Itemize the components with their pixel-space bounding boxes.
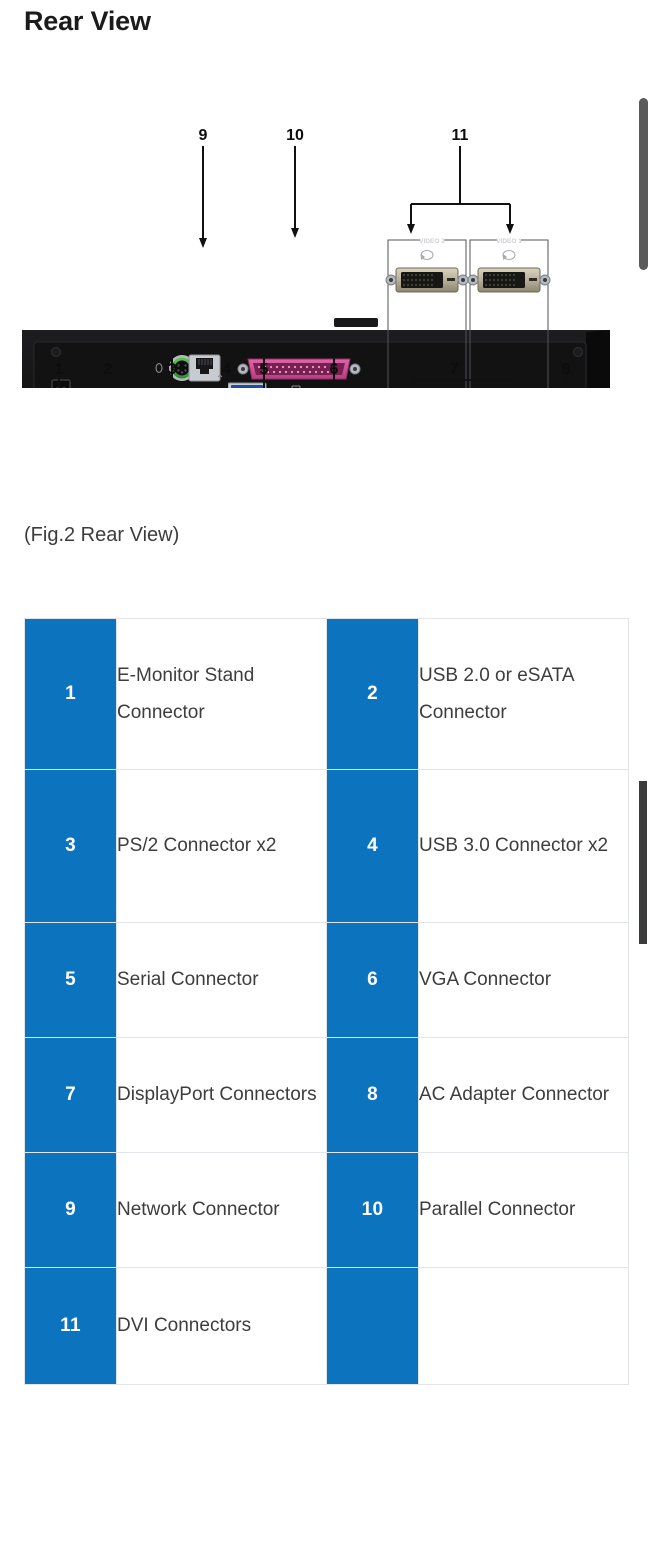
docking-station-diagram: 9 10 11 VIDEO 2 VIDEO 1 1 2 3 4 5 6 7 8 [22, 127, 610, 388]
row-label-cell: AC Adapter Connector [418, 1037, 629, 1153]
port-legend-table: 1 E-Monitor Stand Connector 2 USB 2.0 or… [24, 618, 629, 1385]
table-row: 1 E-Monitor Stand Connector 2 USB 2.0 or… [24, 618, 629, 770]
figure-caption: (Fig.2 Rear View) [24, 524, 180, 546]
row-number-cell: 6 [326, 922, 419, 1038]
row-number-cell: 4 [326, 769, 419, 923]
port-dvi-1 [467, 250, 551, 293]
table-row: 3 PS/2 Connector x2 4 USB 3.0 Connector … [24, 769, 629, 923]
row-number-cell-empty [326, 1267, 419, 1385]
row-number-cell: 1 [24, 618, 117, 770]
callout-labels-top: 9 10 11 [199, 127, 469, 144]
row-number-cell: 8 [326, 1037, 419, 1153]
callout-arrowheads [199, 224, 514, 248]
callout-label-7: 7 [450, 361, 459, 378]
row-label-cell: PS/2 Connector x2 [116, 769, 327, 923]
callout-label-10: 10 [286, 127, 304, 144]
callout-leaders-top [202, 146, 511, 243]
page-title: Rear View [24, 6, 151, 36]
port-network-rj45-connector [188, 354, 221, 382]
callout-label-1: 1 [55, 361, 64, 378]
video1-label: VIDEO 1 [496, 238, 522, 245]
video-panel-labels: VIDEO 2 VIDEO 1 [419, 238, 522, 245]
row-label-cell-empty [418, 1267, 629, 1385]
row-label-cell: USB 3.0 Connector x2 [418, 769, 629, 923]
row-number-cell: 9 [24, 1152, 117, 1268]
table-row: 9 Network Connector 10 Parallel Connecto… [24, 1152, 629, 1268]
port-e-monitor-stand-connector [51, 379, 71, 388]
callout-label-9: 9 [199, 127, 208, 144]
row-label-cell: Parallel Connector [418, 1152, 629, 1268]
row-number-cell: 11 [24, 1267, 117, 1385]
inner-scrollbar-thumb[interactable] [639, 781, 647, 944]
page-scrollbar-thumb[interactable] [639, 98, 648, 270]
row-number-cell: 5 [24, 922, 117, 1038]
row-label-cell: Network Connector [116, 1152, 327, 1268]
callout-label-8: 8 [562, 361, 571, 378]
row-number-cell: 10 [326, 1152, 419, 1268]
row-label-cell: E-Monitor Stand Connector [116, 618, 327, 770]
row-number-cell: 2 [326, 618, 419, 770]
row-label-cell: VGA Connector [418, 922, 629, 1038]
table-row: 11 DVI Connectors [24, 1267, 629, 1385]
rear-view-figure: 9 10 11 VIDEO 2 VIDEO 1 1 2 3 4 5 6 7 8 [0, 118, 648, 388]
row-label-cell: Serial Connector [116, 922, 327, 1038]
table-row: 5 Serial Connector 6 VGA Connector [24, 922, 629, 1038]
row-number-cell: 7 [24, 1037, 117, 1153]
callout-label-11: 11 [452, 127, 469, 144]
callout-label-2: 2 [104, 361, 113, 378]
callout-label-3: 3 [168, 361, 177, 378]
callout-label-4: 4 [223, 361, 232, 378]
video2-label: VIDEO 2 [419, 238, 445, 245]
callout-label-6: 6 [330, 361, 339, 378]
callout-label-5: 5 [260, 361, 269, 378]
row-number-cell: 3 [24, 769, 117, 923]
port-dvi-connectors [385, 250, 551, 293]
port-dvi-2 [385, 250, 469, 293]
row-label-cell: USB 2.0 or eSATA Connector [418, 618, 629, 770]
row-label-cell: DVI Connectors [116, 1267, 327, 1385]
table-row: 7 DisplayPort Connectors 8 AC Adapter Co… [24, 1037, 629, 1153]
row-label-cell: DisplayPort Connectors [116, 1037, 327, 1153]
